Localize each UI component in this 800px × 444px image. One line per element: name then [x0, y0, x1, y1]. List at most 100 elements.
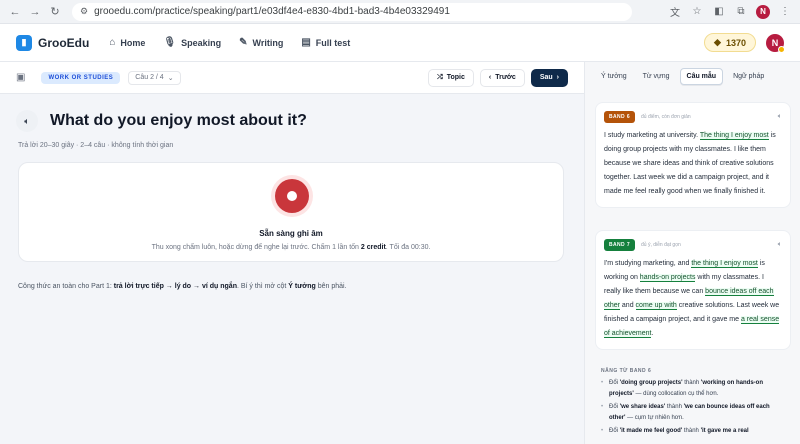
band6-badge: BAND 6: [604, 111, 636, 123]
nav-writing-label: Writing: [252, 37, 284, 48]
speaker-icon[interactable]: 🔈︎: [16, 110, 38, 132]
topic-button[interactable]: ⤮ Topic: [428, 68, 474, 87]
band7-answer: I'm studying marketing, and the thing I …: [604, 257, 782, 341]
band7-highlight-1: the thing I enjoy most: [691, 260, 758, 268]
nav-writing[interactable]: ✎ Writing: [239, 37, 283, 48]
site-info-icon[interactable]: ⚙: [80, 6, 88, 17]
nav-full-test-label: Full test: [315, 37, 351, 48]
pen-icon: ✎: [239, 37, 248, 48]
upgrade-reason: — dùng collocation cụ thể hơn.: [633, 391, 719, 397]
help-panel: Ý tưởng Từ vựng Câu mẫu Ngữ pháp BAND 6 …: [584, 62, 800, 444]
prev-button[interactable]: ‹ Trước: [479, 68, 525, 87]
bookmark-star-icon[interactable]: ☆: [690, 5, 704, 19]
record-icon: [275, 179, 309, 213]
logo-icon: ▮: [16, 34, 32, 51]
list-item: Đổi 'we share ideas' thành 'we can bounc…: [601, 402, 781, 424]
formula-middle: . Bí ý thì mở cột: [236, 283, 289, 290]
band6-card: BAND 6 đủ điểm, còn đơn giản 🔈︎ I study …: [595, 102, 791, 208]
question-select[interactable]: Câu 2 / 4 ⌄: [128, 70, 181, 85]
puzzle-icon[interactable]: ⧉: [734, 5, 748, 19]
nav-home-label: Home: [120, 37, 146, 48]
formula-steps: trả lời trực tiếp → lý do → ví dụ ngắn: [113, 283, 237, 290]
user-avatar[interactable]: N: [766, 33, 785, 53]
band6-highlight-1: The thing I enjoy most: [699, 132, 769, 140]
band6-text-1: I study marketing at university.: [604, 132, 700, 139]
band7-text-4: and: [619, 302, 636, 309]
url-text: grooedu.com/practice/speaking/part1/e03d…: [94, 6, 450, 17]
home-icon: ⌂: [109, 37, 116, 48]
speaker-icon[interactable]: 🔈︎: [778, 113, 782, 121]
upgrade-text: thành: [682, 380, 701, 386]
app-header: ▮ GrooEdu ⌂ Home 🎙︎ Speaking ✎ Writing ▤…: [0, 24, 800, 62]
upgrade-to: 'it gave me a real: [700, 428, 749, 434]
question-title: What do you enjoy most about it?: [50, 112, 307, 129]
nav-speaking-label: Speaking: [181, 37, 222, 48]
logo[interactable]: ▮ GrooEdu: [16, 34, 90, 51]
browser-profile-avatar[interactable]: N: [756, 4, 770, 19]
next-button[interactable]: Sau ›: [530, 68, 568, 87]
band7-highlight-2: hands-on projects: [639, 274, 696, 282]
tab-ideas[interactable]: Ý tưởng: [595, 69, 633, 84]
upgrade-reason: — cụm tự nhiên hơn.: [625, 415, 684, 421]
recorder-credit-cost: 2 credit: [360, 244, 386, 251]
upgrade-title: NÂNG TỪ BAND 6: [601, 368, 652, 374]
nav-speaking[interactable]: 🎙︎ Speaking: [163, 37, 221, 48]
credits-value: 1370: [725, 37, 746, 48]
upgrade-text: Đổi: [609, 428, 620, 434]
prev-button-label: Trước: [495, 74, 516, 81]
extension-icon[interactable]: ◧: [712, 5, 726, 19]
upgrade-from: 'we share ideas': [619, 404, 666, 410]
band7-text-6: .: [651, 330, 654, 337]
tab-sample-answers[interactable]: Câu mẫu: [679, 67, 724, 85]
tab-grammar[interactable]: Ngữ pháp: [727, 69, 770, 84]
credits-badge[interactable]: ◆ 1370: [704, 33, 756, 52]
back-icon[interactable]: ←: [8, 5, 22, 19]
recorder-status: Sẵn sàng ghi âm: [259, 229, 323, 238]
next-button-label: Sau: [539, 74, 553, 81]
band6-text-2: is doing group projects with my classmat…: [604, 132, 776, 195]
band7-badge: BAND 7: [604, 239, 636, 251]
question-hint: Trả lời 20–30 giây · 2–4 câu · không tín…: [18, 142, 174, 149]
translate-icon[interactable]: 文: [668, 5, 682, 19]
upgrade-text: thành: [682, 428, 701, 434]
question-toolbar: ▣ WORK OR STUDIES Câu 2 / 4 ⌄ ⤮ Topic ‹ …: [0, 62, 584, 94]
panel-tabs: Ý tưởng Từ vựng Câu mẫu Ngữ pháp: [585, 62, 800, 90]
recorder-instructions: Thu xong chấm luôn, hoặc dừng để nghe lạ…: [19, 244, 563, 251]
band6-answer: I study marketing at university. The thi…: [604, 129, 782, 199]
browser-menu-icon[interactable]: ⋮: [778, 5, 792, 19]
chevron-left-icon: ‹: [488, 74, 492, 81]
formula-end: bên phải.: [315, 283, 347, 290]
question-select-value: Câu 2 / 4: [135, 74, 164, 81]
address-bar[interactable]: ⚙ grooedu.com/practice/speaking/part1/e0…: [72, 2, 632, 21]
upgrade-list: Đổi 'doing group projects' thành 'workin…: [601, 378, 781, 439]
upgrade-from: 'it made me feel good': [619, 428, 683, 434]
upgrade-text: Đổi: [609, 380, 620, 386]
question-header: 🔈︎ What do you enjoy most about it?: [16, 110, 307, 132]
tab-vocabulary[interactable]: Từ vựng: [637, 69, 676, 84]
forward-icon[interactable]: →: [28, 5, 42, 19]
list-item: Đổi 'it made me feel good' thành 'it gav…: [601, 426, 781, 437]
formula-ideas-link: Ý tưởng: [288, 283, 316, 290]
shuffle-icon: ⤮: [437, 73, 443, 81]
recorder-card: Sẵn sàng ghi âm Thu xong chấm luôn, hoặc…: [18, 162, 564, 262]
reload-icon[interactable]: ↻: [48, 5, 62, 19]
microphone-icon: 🎙︎: [163, 37, 177, 48]
upgrade-text: Đổi: [609, 404, 620, 410]
speaker-icon[interactable]: 🔈︎: [778, 241, 782, 249]
nav-home[interactable]: ⌂ Home: [109, 37, 145, 48]
logo-text: GrooEdu: [38, 35, 90, 50]
main-content: ▣ WORK OR STUDIES Câu 2 / 4 ⌄ ⤮ Topic ‹ …: [0, 62, 584, 444]
band7-highlight-4: come up with: [635, 302, 677, 310]
nav-full-test[interactable]: ▤ Full test: [301, 37, 350, 48]
record-button[interactable]: [271, 175, 313, 217]
band6-note: đủ điểm, còn đơn giản: [641, 114, 691, 120]
chevron-down-icon: ⌄: [167, 74, 174, 82]
band7-note: đủ ý, diễn đạt gọn: [641, 242, 681, 248]
diamond-icon: ◆: [714, 37, 721, 47]
topic-button-label: Topic: [446, 74, 465, 81]
sidebar-toggle-icon[interactable]: ▣: [16, 72, 25, 83]
list-item: Đổi 'doing group projects' thành 'workin…: [601, 378, 781, 400]
recorder-max-time: . Tối đa 00:30.: [385, 244, 431, 251]
book-icon: ▤: [301, 37, 311, 48]
upgrade-text: thành: [665, 404, 684, 410]
